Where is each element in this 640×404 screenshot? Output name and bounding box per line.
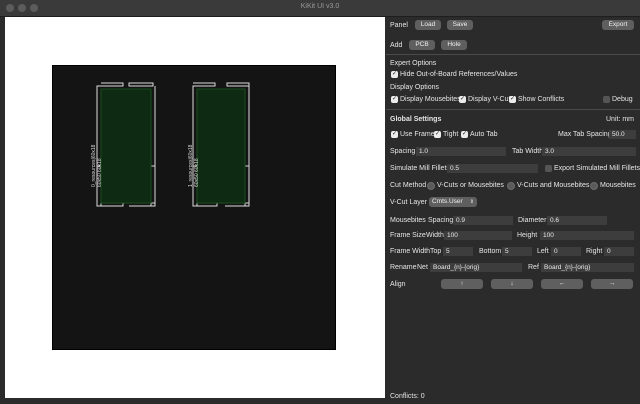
cut-vcuts-and-mousebites-label: V-Cuts and Mousebites	[517, 182, 590, 189]
frame-width-top-input[interactable]	[443, 247, 473, 256]
add-hole-button[interactable]: Hole	[441, 40, 467, 50]
align-bottom-button[interactable]: ↓	[491, 279, 533, 289]
chevron-updown-icon: ⇕	[469, 199, 474, 205]
export-button[interactable]: Export	[602, 20, 634, 30]
show-conflicts-checkbox[interactable]: ✓	[509, 96, 516, 103]
load-button[interactable]: Load	[415, 20, 441, 30]
add-label: Add	[390, 42, 403, 49]
panel-canvas[interactable]: 0_resources|60x18 60x50 60x18 1_resource…	[5, 17, 385, 398]
title-bar: KiKit UI v3.0	[0, 0, 640, 17]
mousebites-label: Mousebites	[390, 217, 426, 224]
board-b-label-line2: 60x50 60x18	[194, 158, 200, 187]
mousebites-spacing-label: Spacing	[428, 217, 454, 224]
status-bar: Conflicts: 0	[386, 388, 640, 404]
settings-panel: Panel Load Save Export Add PCB Hole Expe…	[386, 17, 640, 398]
board-a-copper	[101, 89, 151, 203]
frame-size-height-input[interactable]	[540, 231, 634, 240]
hide-refs-label: Hide Out-of-Board References/Values	[400, 71, 518, 78]
export-mill-fillets-label: Export Simulated Mill Fillets	[554, 165, 640, 172]
tab-outline	[128, 82, 154, 87]
align-right-button[interactable]: →	[591, 279, 633, 289]
expert-options-heading: Expert Options	[390, 60, 437, 67]
cut-vcuts-or-mousebites-radio[interactable]	[427, 182, 435, 190]
display-mousebites-checkbox[interactable]: ✓	[391, 96, 398, 103]
display-vcut-checkbox[interactable]: ✓	[459, 96, 466, 103]
frame-size-height-label: Height	[517, 232, 538, 239]
frame-width-left-label: Left	[537, 248, 549, 255]
cut-mousebites-radio[interactable]	[590, 182, 598, 190]
vcut-layer-value: Cmts.User	[432, 198, 463, 205]
tab-width-input[interactable]	[542, 147, 636, 156]
align-label: Align	[390, 281, 406, 288]
rename-ref-input[interactable]	[541, 263, 634, 272]
auto-tab-label: Auto Tab	[470, 131, 498, 138]
frame-width-top-label: Top	[430, 248, 442, 255]
frame-width-bottom-input[interactable]	[502, 247, 532, 256]
panel-label: Panel	[390, 22, 408, 29]
cut-method-label: Cut Method	[390, 182, 427, 189]
cut-vcuts-or-mousebites-label: V-Cuts or Mousebites	[437, 182, 504, 189]
use-frame-label: Use Frame	[400, 131, 435, 138]
rename-net-input[interactable]	[430, 263, 522, 272]
mousebites-diameter-label: Diameter	[518, 217, 547, 224]
spacing-input[interactable]	[416, 147, 506, 156]
rename-ref-label: Ref	[528, 264, 539, 271]
divider	[386, 54, 640, 55]
use-frame-checkbox[interactable]: ✓	[391, 131, 398, 138]
mill-fillets-input[interactable]	[447, 164, 538, 173]
debug-checkbox[interactable]	[603, 96, 610, 103]
mousebites-diameter-input[interactable]	[547, 216, 607, 225]
tab-width-label: Tab Width	[512, 148, 544, 155]
rename-net-label: Net	[417, 264, 428, 271]
max-tab-spacing-label: Max Tab Spacing	[558, 131, 612, 138]
auto-tab-checkbox[interactable]: ✓	[461, 131, 468, 138]
frame-size-label: Frame Size	[390, 232, 426, 239]
align-left-button[interactable]: ←	[541, 279, 583, 289]
add-pcb-button[interactable]: PCB	[409, 40, 435, 50]
frame-width-left-input[interactable]	[551, 247, 581, 256]
board-b-label: 1_resources|60x18 60x50 60x18	[188, 145, 200, 187]
cut-mousebites-label: Mousebites	[600, 182, 636, 189]
global-settings-heading: Global Settings	[390, 116, 442, 123]
cut-vcuts-and-mousebites-radio[interactable]	[507, 182, 515, 190]
frame-width-right-label: Right	[586, 248, 603, 255]
frame-width-right-input[interactable]	[604, 247, 634, 256]
show-conflicts-label: Show Conflicts	[518, 96, 565, 103]
vcut-layer-label: V-Cut Layer	[390, 199, 427, 206]
tight-label: Tight	[443, 131, 459, 138]
save-button[interactable]: Save	[447, 20, 473, 30]
board-b-copper	[197, 89, 245, 203]
board-a-label: 0_resources|60x18 60x50 60x18	[91, 145, 103, 187]
mousebites-spacing-input[interactable]	[453, 216, 513, 225]
board-outlines	[96, 82, 250, 207]
display-vcut-label: Display V-Cut	[468, 96, 511, 103]
panel-board: 0_resources|60x18 60x50 60x18 1_resource…	[52, 65, 336, 350]
hide-refs-checkbox[interactable]: ✓	[391, 71, 398, 78]
max-tab-spacing-input[interactable]	[609, 130, 636, 139]
align-top-button[interactable]: ↑	[441, 279, 483, 289]
frame-size-width-label: Width	[426, 232, 444, 239]
rename-label: Rename	[390, 264, 417, 271]
export-mill-fillets-checkbox[interactable]	[545, 165, 552, 172]
window-title: KiKit UI v3.0	[300, 3, 340, 10]
frame-size-width-input[interactable]	[444, 231, 512, 240]
unit-label: Unit: mm	[606, 116, 634, 123]
frame-width-bottom-label: Bottom	[479, 248, 502, 255]
board-a-label-line2: 60x50 60x18	[97, 158, 103, 187]
display-mousebites-label: Display Mousebites	[400, 96, 461, 103]
divider	[386, 109, 640, 110]
mill-fillets-label: Simulate Mill Fillets	[390, 165, 450, 172]
vcut-layer-dropdown[interactable]: Cmts.User ⇕	[429, 197, 477, 207]
conflicts-count: Conflicts: 0	[390, 393, 425, 400]
display-options-heading: Display Options	[390, 84, 440, 91]
tight-checkbox[interactable]: ✓	[434, 131, 441, 138]
frame-width-label: Frame Width	[390, 248, 431, 255]
debug-label: Debug	[612, 96, 633, 103]
spacing-label: Spacing	[390, 148, 416, 155]
